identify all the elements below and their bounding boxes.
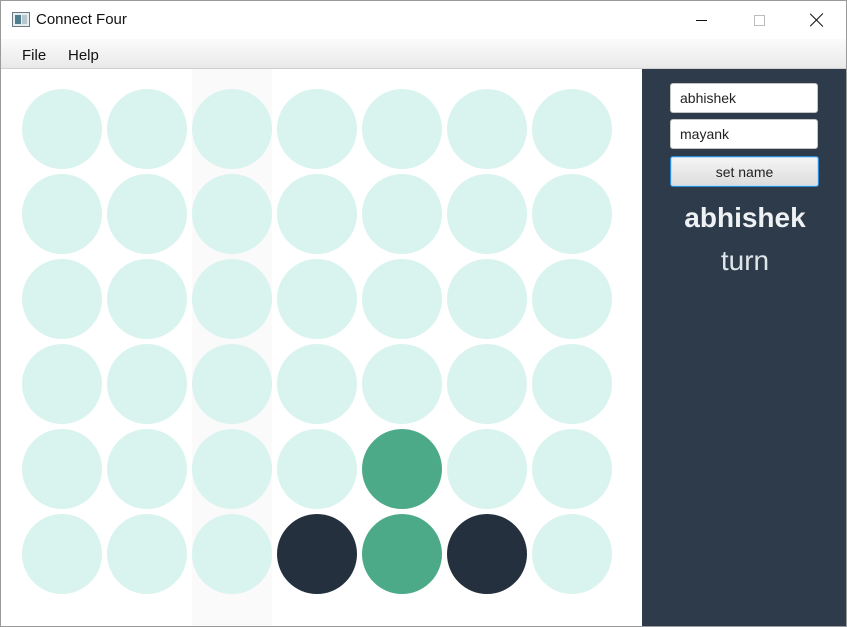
window-title: Connect Four [36, 11, 127, 28]
empty-slot[interactable] [447, 89, 527, 169]
game-board[interactable] [1, 69, 642, 626]
player1-disc[interactable] [362, 514, 442, 594]
empty-slot[interactable] [532, 344, 612, 424]
player1-name-input[interactable] [670, 83, 818, 113]
player2-name-input[interactable] [670, 119, 818, 149]
app-icon [12, 12, 30, 27]
empty-slot[interactable] [447, 429, 527, 509]
menu-help[interactable]: Help [68, 47, 99, 64]
empty-slot[interactable] [22, 344, 102, 424]
empty-slot[interactable] [532, 89, 612, 169]
title-bar[interactable]: Connect Four [1, 1, 846, 39]
empty-slot[interactable] [22, 89, 102, 169]
empty-slot[interactable] [192, 89, 272, 169]
empty-slot[interactable] [532, 259, 612, 339]
set-name-button[interactable]: set name [670, 156, 819, 187]
empty-slot[interactable] [447, 174, 527, 254]
side-panel: set name abhishek turn [642, 69, 846, 626]
minimize-button[interactable] [678, 1, 724, 39]
empty-slot[interactable] [107, 89, 187, 169]
empty-slot[interactable] [107, 344, 187, 424]
close-icon [810, 13, 824, 27]
empty-slot[interactable] [362, 259, 442, 339]
empty-slot[interactable] [107, 174, 187, 254]
empty-slot[interactable] [22, 259, 102, 339]
empty-slot[interactable] [277, 174, 357, 254]
empty-slot[interactable] [532, 174, 612, 254]
menu-bar: File Help [1, 39, 846, 69]
empty-slot[interactable] [22, 429, 102, 509]
empty-slot[interactable] [362, 89, 442, 169]
close-button[interactable] [794, 1, 840, 39]
empty-slot[interactable] [107, 259, 187, 339]
empty-slot[interactable] [447, 344, 527, 424]
menu-file[interactable]: File [22, 47, 46, 64]
empty-slot[interactable] [277, 344, 357, 424]
empty-slot[interactable] [277, 259, 357, 339]
empty-slot[interactable] [362, 174, 442, 254]
current-player-name: abhishek [684, 202, 806, 233]
empty-slot[interactable] [447, 259, 527, 339]
empty-slot[interactable] [192, 259, 272, 339]
empty-slot[interactable] [362, 344, 442, 424]
empty-slot[interactable] [192, 174, 272, 254]
empty-slot[interactable] [22, 514, 102, 594]
empty-slot[interactable] [277, 429, 357, 509]
player1-disc[interactable] [362, 429, 442, 509]
empty-slot[interactable] [192, 514, 272, 594]
turn-label: turn [720, 245, 770, 276]
empty-slot[interactable] [107, 514, 187, 594]
empty-slot[interactable] [192, 344, 272, 424]
empty-slot[interactable] [532, 429, 612, 509]
connect-four-window: Connect Four File Help set name abhishek… [0, 0, 847, 627]
empty-slot[interactable] [107, 429, 187, 509]
empty-slot[interactable] [22, 174, 102, 254]
minimize-icon [695, 19, 707, 21]
maximize-button[interactable] [736, 1, 782, 39]
empty-slot[interactable] [192, 429, 272, 509]
maximize-icon [753, 14, 765, 26]
player2-disc[interactable] [447, 514, 527, 594]
player2-disc[interactable] [277, 514, 357, 594]
empty-slot[interactable] [277, 89, 357, 169]
empty-slot[interactable] [532, 514, 612, 594]
